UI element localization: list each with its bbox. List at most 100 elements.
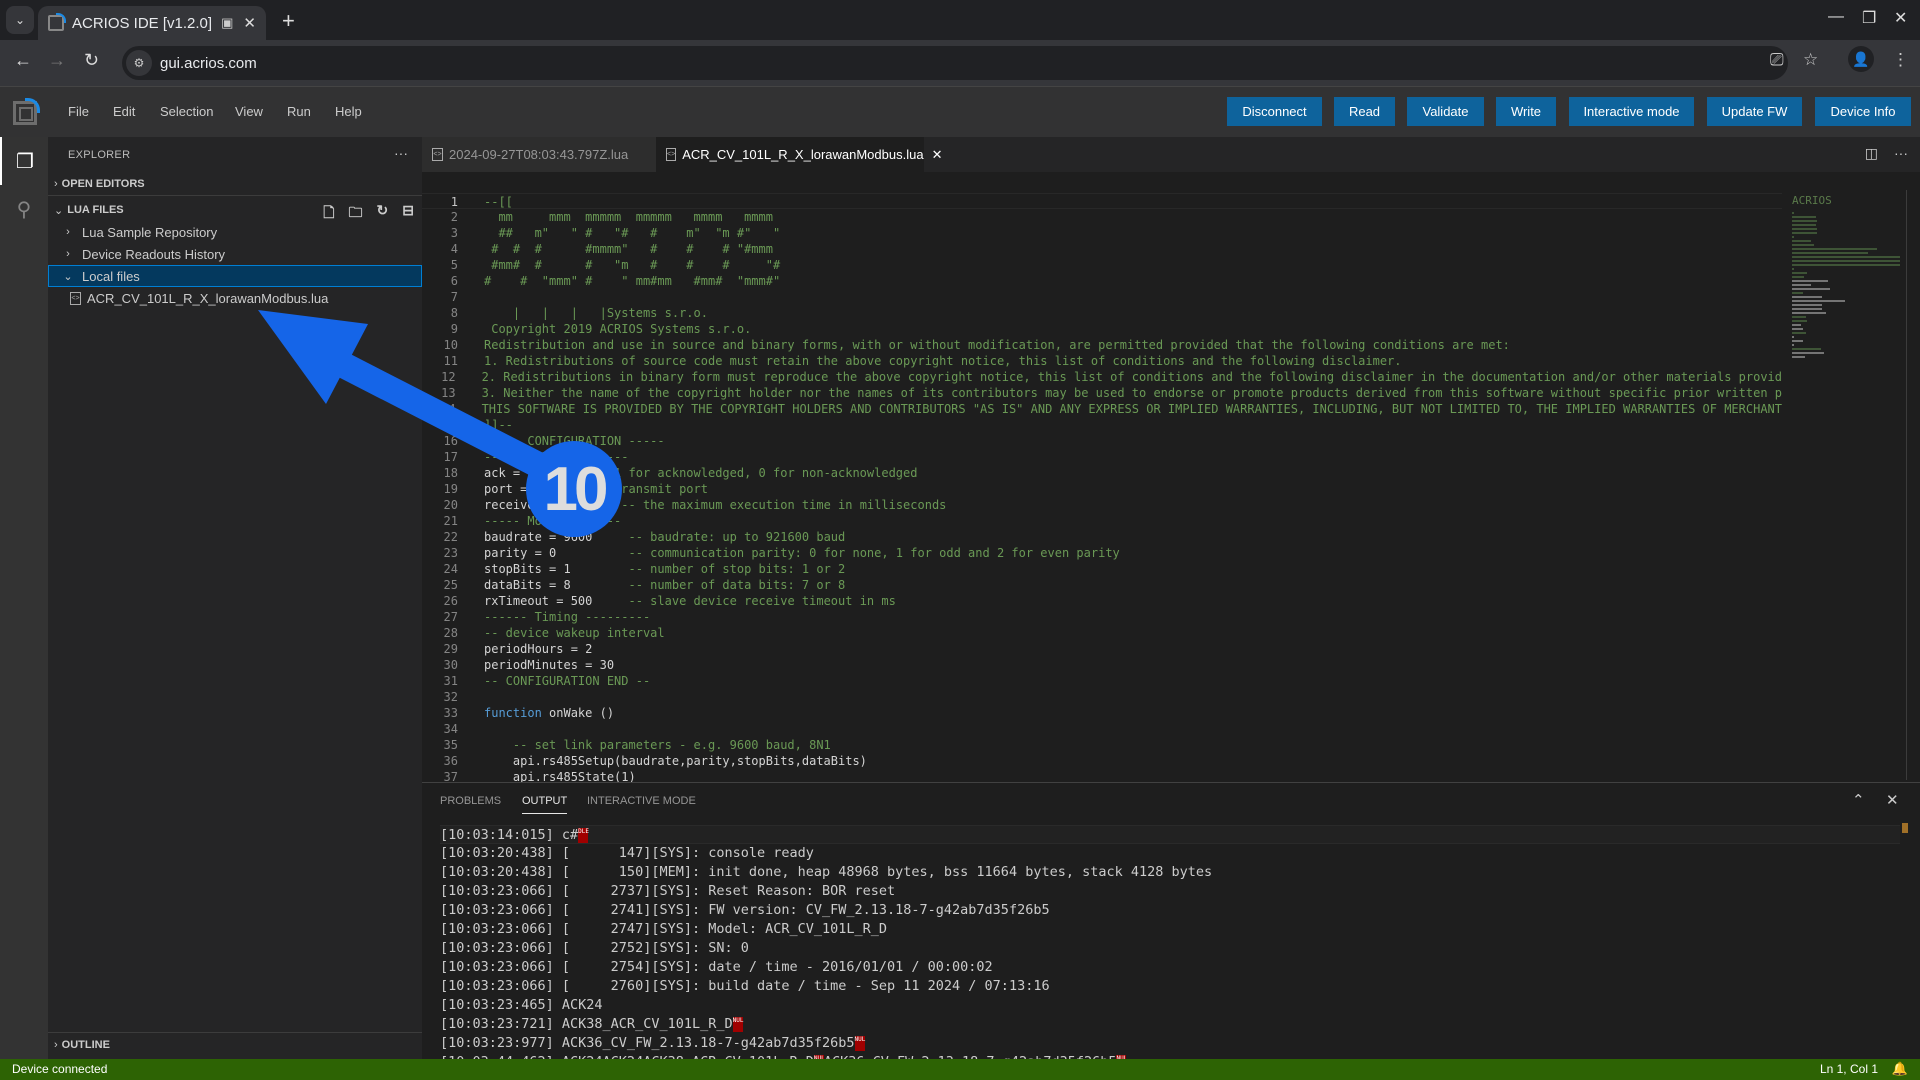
code-text: dataBits = 8 -- number of data bits: 7 o…	[484, 578, 846, 592]
code-line[interactable]: 37 api.rs485State(1)	[422, 769, 1782, 782]
tree-item-lua-file[interactable]: <> ACR_CV_101L_R_X_lorawanModbus.lua	[48, 287, 422, 309]
close-window-icon[interactable]: ✕	[1894, 8, 1907, 28]
tab-search-button[interactable]: ⌄	[6, 6, 34, 34]
install-app-icon[interactable]: ⎚	[1770, 50, 1784, 70]
code-text: -- CONFIGURATION END --	[484, 674, 651, 688]
editor-scrollbar[interactable]	[1906, 190, 1907, 780]
forward-icon[interactable]: →	[48, 50, 66, 71]
interactive-mode-button[interactable]: Interactive mode	[1569, 97, 1694, 126]
disconnect-button[interactable]: Disconnect	[1227, 97, 1322, 126]
code-line[interactable]: 11 1. Redistributions of source code must…	[422, 353, 1782, 369]
code-text: ## m" " # "# # m" "m #" "	[484, 226, 781, 240]
code-line[interactable]: 34	[422, 721, 1782, 737]
search-icon[interactable]: ⚲	[0, 185, 48, 233]
new-tab-button[interactable]: +	[282, 8, 295, 34]
tree-item-lua-sample-repository[interactable]: › Lua Sample Repository	[48, 221, 422, 243]
code-line[interactable]: 7	[422, 289, 1782, 305]
code-line[interactable]: 19port = 1 -- transmit port	[422, 481, 1782, 497]
tab-problems[interactable]: PROBLEMS	[440, 795, 501, 813]
code-line[interactable]: 35 -- set link parameters - e.g. 9600 ba…	[422, 737, 1782, 753]
code-line[interactable]: 33 function onWake ()	[422, 705, 1782, 721]
code-line[interactable]: 8 | | | |Systems s.r.o.	[422, 305, 1782, 321]
output-scrollbar-marker[interactable]	[1902, 823, 1908, 833]
code-line[interactable]: 16----- CONFIGURATION -----	[422, 433, 1782, 449]
address-bar[interactable]: ⚙ gui.acrios.com	[122, 46, 1788, 80]
close-panel-icon[interactable]: ✕	[1886, 791, 1899, 809]
menu-file[interactable]: File	[68, 104, 89, 119]
lua-files-header[interactable]: ⌄ LUA FILES 🗋 🗀 ↻ ⊟	[48, 199, 422, 221]
code-line[interactable]: 20receiveTime = 5000 -- the maximum exec…	[422, 497, 1782, 513]
code-line[interactable]: 17----- LoRaWAN ------	[422, 449, 1782, 465]
code-line[interactable]: 2 mm mmm mmmmm mmmmm mmmm mmmm	[422, 209, 1782, 225]
code-line[interactable]: 31 -- CONFIGURATION END --	[422, 673, 1782, 689]
code-line[interactable]: 29 periodHours = 2	[422, 641, 1782, 657]
tree-item-device-readouts-history[interactable]: › Device Readouts History	[48, 243, 422, 265]
split-editor-icon[interactable]: ◫	[1865, 145, 1878, 162]
code-line[interactable]: 28 -- device wakeup interval	[422, 625, 1782, 641]
profile-icon[interactable]: 👤	[1848, 46, 1874, 72]
menu-selection[interactable]: Selection	[160, 104, 213, 119]
code-line[interactable]: 25 dataBits = 8 -- number of data bits: 7…	[422, 577, 1782, 593]
read-button[interactable]: Read	[1334, 97, 1395, 126]
minimap[interactable]: ACRIOS	[1786, 190, 1906, 780]
tab-readout-file[interactable]: <> 2024-09-27T08:03:43.797Z.lua	[422, 137, 656, 172]
cursor-position[interactable]: Ln 1, Col 1	[1820, 1062, 1878, 1076]
reload-icon[interactable]: ↻	[84, 50, 99, 71]
tree-item-local-files[interactable]: ⌄ Local files	[48, 265, 422, 287]
code-line[interactable]: 14 THIS SOFTWARE IS PROVIDED BY THE COPYR…	[422, 401, 1782, 417]
back-icon[interactable]: ←	[14, 50, 32, 71]
code-line[interactable]: 26 rxTimeout = 500 -- slave device receiv…	[422, 593, 1782, 609]
menu-help[interactable]: Help	[335, 104, 362, 119]
close-tab-icon[interactable]: ✕	[243, 14, 256, 32]
code-line[interactable]: 13 3. Neither the name of the copyright h…	[422, 385, 1782, 401]
connection-status[interactable]: Device connected	[12, 1062, 107, 1076]
minimize-icon[interactable]: —	[1828, 8, 1844, 26]
site-info-icon[interactable]: ⚙	[126, 50, 152, 76]
code-line[interactable]: 32	[422, 689, 1782, 705]
more-actions-icon[interactable]: ···	[1894, 145, 1908, 162]
menu-run[interactable]: Run	[287, 104, 311, 119]
menu-view[interactable]: View	[235, 104, 263, 119]
code-line[interactable]: 4 # # # #mmmm" # # # "#mmm	[422, 241, 1782, 257]
update-fw-button[interactable]: Update FW	[1707, 97, 1802, 126]
code-line[interactable]: 36 api.rs485Setup(baudrate,parity,stopBi…	[422, 753, 1782, 769]
code-line[interactable]: 10 Redistribution and use in source and b…	[422, 337, 1782, 353]
url-text[interactable]: gui.acrios.com	[160, 55, 257, 72]
more-actions-icon[interactable]: ···	[394, 145, 408, 161]
menu-edit[interactable]: Edit	[113, 104, 135, 119]
maximize-panel-icon[interactable]: ⌃	[1852, 791, 1865, 809]
code-line[interactable]: 15]]--	[422, 417, 1782, 433]
output-log[interactable]: [10:03:14:015] c#DLE [10:03:20:438] [ 147…	[440, 825, 1900, 1060]
code-line[interactable]: 18ack = 0 -- 1 for acknowledged, 0 for n…	[422, 465, 1782, 481]
code-line[interactable]: 6 # # "mmm" # " mm#mm #mm# "mmm#"	[422, 273, 1782, 289]
close-tab-icon[interactable]: ✕	[932, 147, 943, 163]
code-line[interactable]: 30 periodMinutes = 30	[422, 657, 1782, 673]
code-line[interactable]: 5 #mm# # # "m # # # "#	[422, 257, 1782, 273]
kebab-menu-icon[interactable]: ⋮	[1892, 50, 1909, 70]
code-line[interactable]: 22 baudrate = 9600 -- baudrate: up to 921…	[422, 529, 1782, 545]
device-info-button[interactable]: Device Info	[1815, 97, 1911, 126]
code-line[interactable]: 21----- Modbus ------	[422, 513, 1782, 529]
outline-header[interactable]: › OUTLINE	[48, 1034, 422, 1056]
code-line[interactable]: 1 --[[	[422, 193, 1782, 209]
code-line[interactable]: 24 stopBits = 1 -- number of stop bits: 1…	[422, 561, 1782, 577]
code-line[interactable]: 12 2. Redistributions in binary form must…	[422, 369, 1782, 385]
code-line[interactable]: 3 ## m" " # "# # m" "m #" "	[422, 225, 1782, 241]
code-editor[interactable]: 1 --[[2 mm mmm mmmmm mmmmm mmmm mmmm 3 ## …	[422, 172, 1782, 782]
code-text: stopBits = 1 -- number of stop bits: 1 o…	[484, 562, 846, 576]
tab-output[interactable]: OUTPUT	[522, 795, 568, 814]
open-editors-header[interactable]: › OPEN EDITORS	[48, 173, 422, 195]
star-icon[interactable]: ☆	[1803, 50, 1818, 70]
explorer-icon[interactable]: ❐	[0, 137, 48, 185]
code-line[interactable]: 9 Copyright 2019 ACRIOS Systems s.r.o.	[422, 321, 1782, 337]
tab-interactive-mode[interactable]: INTERACTIVE MODE	[587, 795, 696, 813]
bell-icon[interactable]: 🔔	[1892, 1061, 1908, 1077]
line-number: 17	[443, 450, 458, 464]
code-line[interactable]: 27 ------ Timing ---------	[422, 609, 1782, 625]
restore-icon[interactable]: ❐	[1862, 8, 1876, 28]
code-line[interactable]: 23 parity = 0 -- communication parity: 0 …	[422, 545, 1782, 561]
browser-tab[interactable]: ACRIOS IDE [v1.2.0] ▣ ✕	[38, 6, 266, 40]
validate-button[interactable]: Validate	[1407, 97, 1484, 126]
tab-lorawan-modbus[interactable]: <> ACR_CV_101L_R_X_lorawanModbus.lua ✕	[656, 137, 942, 172]
write-button[interactable]: Write	[1496, 97, 1556, 126]
